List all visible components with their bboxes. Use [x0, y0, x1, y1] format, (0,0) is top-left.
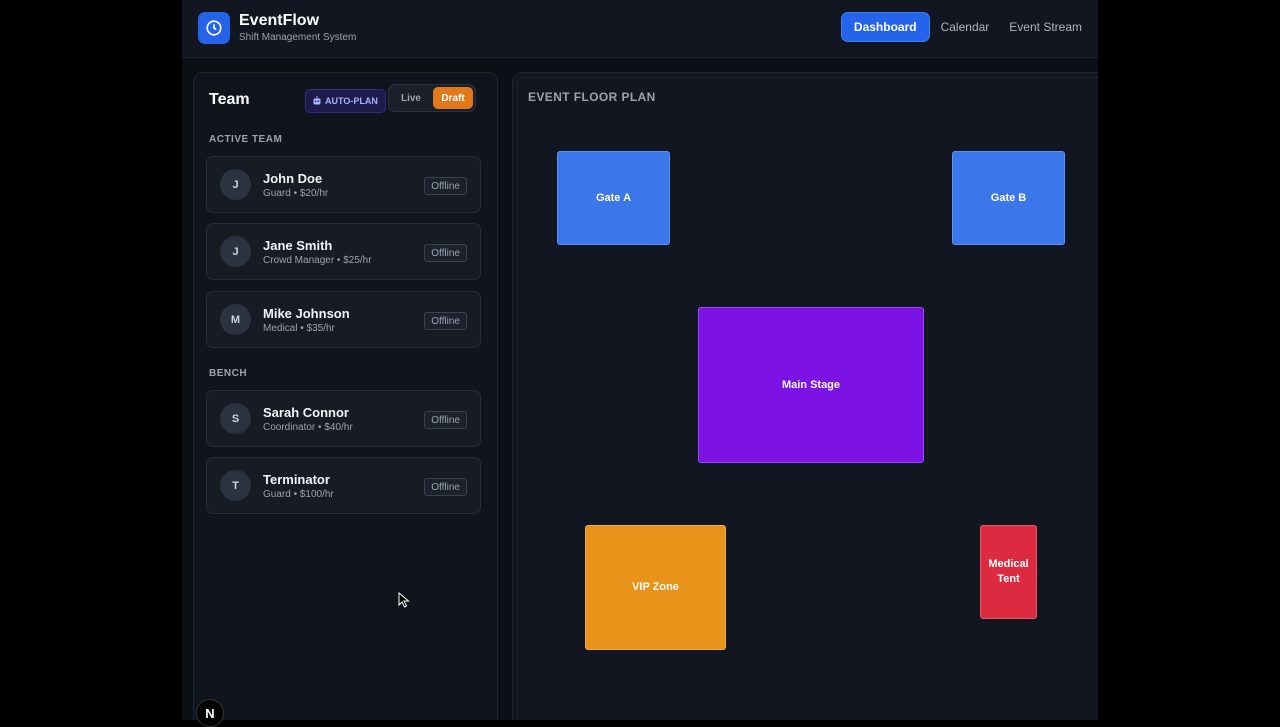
member-name: Sarah Connor	[263, 405, 349, 420]
member-name: John Doe	[263, 171, 323, 186]
app-window: EventFlow Shift Management System Dashbo…	[182, 0, 1098, 720]
floor-plan-title: EVENT FLOOR PLAN	[528, 90, 656, 104]
nav-dashboard[interactable]: Dashboard	[841, 13, 929, 41]
zone-vip[interactable]: VIP Zone	[585, 525, 726, 650]
member-name: Jane Smith	[263, 238, 333, 253]
member-meta: Guard • $20/hr	[263, 188, 329, 199]
team-member-card[interactable]: M Mike Johnson Medical • $35/hr Offline	[206, 291, 481, 348]
avatar: S	[220, 403, 251, 434]
app-title: EventFlow	[239, 12, 320, 29]
status-badge: Offline	[424, 411, 467, 429]
app-subtitle: Shift Management System	[239, 32, 357, 43]
avatar: J	[220, 169, 251, 200]
main-nav: Dashboard Calendar Event Stream	[841, 13, 1090, 41]
member-name: Terminator	[263, 472, 330, 487]
nav-calendar[interactable]: Calendar	[933, 13, 998, 41]
status-badge: Offline	[424, 177, 467, 195]
member-meta: Coordinator • $40/hr	[263, 422, 353, 433]
member-meta: Medical • $35/hr	[263, 323, 335, 334]
zone-gate-a[interactable]: Gate A	[557, 151, 670, 245]
team-title: Team	[209, 91, 250, 108]
team-panel: Team AUTO-PLAN Live Draft ACTIVE TEAM J …	[193, 72, 498, 720]
zone-gate-b[interactable]: Gate B	[952, 151, 1065, 245]
clock-icon	[198, 12, 230, 44]
auto-plan-label: AUTO-PLAN	[325, 96, 378, 106]
zone-main-stage[interactable]: Main Stage	[698, 307, 924, 463]
active-team-heading: ACTIVE TEAM	[209, 134, 283, 145]
member-name: Mike Johnson	[263, 306, 350, 321]
avatar: M	[220, 304, 251, 335]
status-badge: Offline	[424, 244, 467, 262]
member-meta: Crowd Manager • $25/hr	[263, 255, 372, 266]
avatar: T	[220, 470, 251, 501]
bench-member-card[interactable]: T Terminator Guard • $100/hr Offline	[206, 457, 481, 514]
bench-heading: BENCH	[209, 368, 248, 379]
team-member-card[interactable]: J John Doe Guard • $20/hr Offline	[206, 156, 481, 213]
bench-member-card[interactable]: S Sarah Connor Coordinator • $40/hr Offl…	[206, 390, 481, 447]
status-badge: Offline	[424, 312, 467, 330]
mode-toggle: Live Draft	[388, 84, 476, 112]
top-bar: EventFlow Shift Management System Dashbo…	[182, 0, 1098, 58]
dev-tools-badge[interactable]: N	[196, 699, 224, 727]
event-floor-plan: EVENT FLOOR PLAN Gate A Gate B Main Stag…	[512, 72, 1098, 720]
avatar: J	[220, 236, 251, 267]
mode-draft-button[interactable]: Draft	[433, 87, 473, 109]
member-meta: Guard • $100/hr	[263, 489, 334, 500]
nav-event-stream[interactable]: Event Stream	[1001, 13, 1090, 41]
mouse-cursor-icon	[398, 591, 410, 613]
auto-plan-button[interactable]: AUTO-PLAN	[305, 89, 386, 113]
team-member-card[interactable]: J Jane Smith Crowd Manager • $25/hr Offl…	[206, 223, 481, 280]
status-badge: Offline	[424, 478, 467, 496]
robot-icon	[313, 95, 321, 107]
mode-live-button[interactable]: Live	[391, 87, 431, 109]
zone-medical-tent[interactable]: Medical Tent	[980, 525, 1037, 619]
